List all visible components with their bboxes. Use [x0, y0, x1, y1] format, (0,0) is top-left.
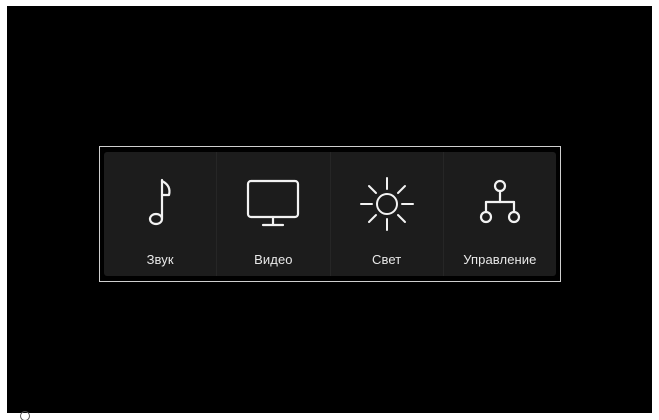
menu-item-sound[interactable]: Звук	[104, 152, 216, 276]
menu-item-label: Звук	[104, 252, 216, 267]
monitor-icon	[241, 172, 305, 236]
menu-item-control[interactable]: Управление	[443, 152, 556, 276]
main-menu: Звук Видео	[104, 152, 556, 276]
corner-indicator-icon	[19, 408, 31, 420]
music-note-icon	[128, 172, 192, 236]
menu-item-label: Свет	[331, 252, 443, 267]
menu-item-light[interactable]: Свет	[330, 152, 443, 276]
menu-item-label: Видео	[217, 252, 329, 267]
hierarchy-icon	[468, 172, 532, 236]
app-screen: Звук Видео	[7, 6, 652, 413]
main-menu-panel: Звук Видео	[99, 146, 561, 282]
menu-item-video[interactable]: Видео	[216, 152, 329, 276]
sun-icon	[355, 172, 419, 236]
menu-item-label: Управление	[444, 252, 556, 267]
